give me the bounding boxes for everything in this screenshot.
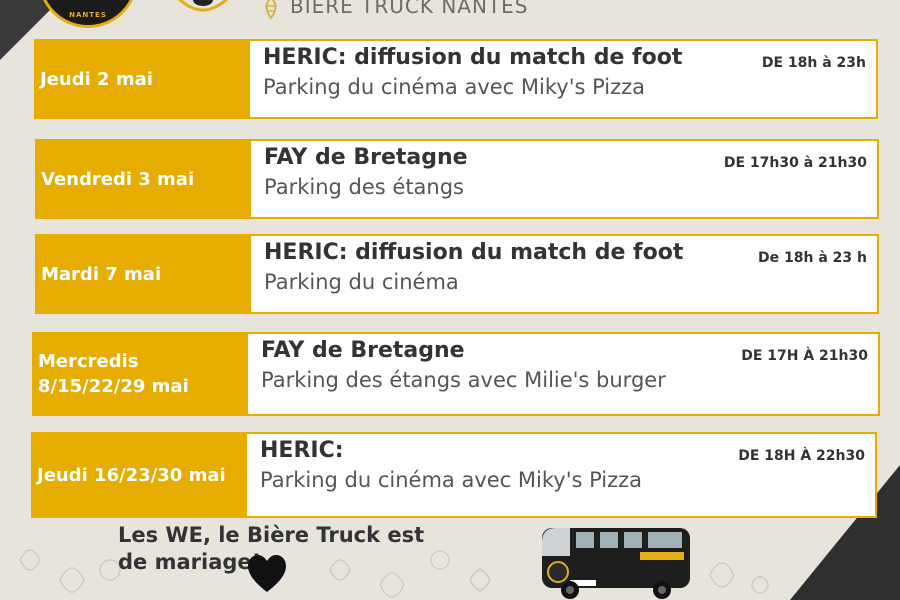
heart-icon — [248, 555, 286, 592]
event-place: HERIC: — [260, 438, 344, 463]
logo-text: NANTES — [69, 11, 107, 19]
brand-logo: NANTES — [38, 0, 138, 28]
event-place: FAY de Bretagne — [264, 145, 468, 170]
event-panel: FAY de Bretagne Parking des étangs DE 17… — [251, 139, 879, 219]
event-row: Mercredis 8/15/22/29 mai FAY de Bretagne… — [32, 332, 880, 416]
event-place: FAY de Bretagne — [261, 338, 465, 363]
event-date: Jeudi 2 mai — [34, 39, 250, 119]
event-detail: Parking du cinéma avec Miky's Pizza — [260, 468, 643, 492]
event-time: DE 17H À 21h30 — [741, 348, 868, 364]
event-place: HERIC: diffusion du match de foot — [263, 45, 683, 70]
event-date: Mardi 7 mai — [35, 234, 251, 314]
event-time: DE 18h à 23h — [761, 55, 866, 71]
event-detail: Parking des étangs — [264, 175, 465, 199]
event-time: DE 17h30 à 21h30 — [723, 155, 867, 171]
brand-name: BIÈRE TRUCK NANTES — [290, 0, 529, 18]
event-panel: FAY de Bretagne Parking des étangs avec … — [248, 332, 880, 416]
food-truck-van-image — [542, 528, 690, 599]
event-detail: Parking des étangs avec Milie's burger — [261, 368, 666, 392]
footer-message: Les WE, le Bière Truck est de mariage! — [118, 523, 425, 574]
event-detail: Parking du cinéma — [264, 270, 459, 294]
event-date: Mercredis 8/15/22/29 mai — [32, 332, 248, 416]
event-row: Jeudi 2 mai HERIC: diffusion du match de… — [34, 39, 878, 119]
hop-icon — [265, 0, 277, 20]
event-panel: HERIC: diffusion du match de foot Parkin… — [251, 234, 879, 314]
event-date: Jeudi 16/23/30 mai — [31, 432, 247, 518]
event-row: Vendredi 3 mai FAY de Bretagne Parking d… — [35, 139, 879, 219]
partner-logo — [178, 0, 228, 12]
event-row: Jeudi 16/23/30 mai HERIC: Parking du cin… — [31, 432, 877, 518]
header: NANTES BIÈRE TRUCK NANTES — [0, 0, 900, 28]
event-panel: HERIC: diffusion du match de foot Parkin… — [250, 39, 878, 119]
event-place: HERIC: diffusion du match de foot — [264, 240, 684, 265]
event-time: DE 18H À 22h30 — [738, 448, 865, 464]
event-row: Mardi 7 mai HERIC: diffusion du match de… — [35, 234, 879, 314]
event-detail: Parking du cinéma avec Miky's Pizza — [263, 75, 646, 99]
event-panel: HERIC: Parking du cinéma avec Miky's Piz… — [247, 432, 877, 518]
event-time: De 18h à 23 h — [758, 250, 867, 266]
event-date: Vendredi 3 mai — [35, 139, 251, 219]
